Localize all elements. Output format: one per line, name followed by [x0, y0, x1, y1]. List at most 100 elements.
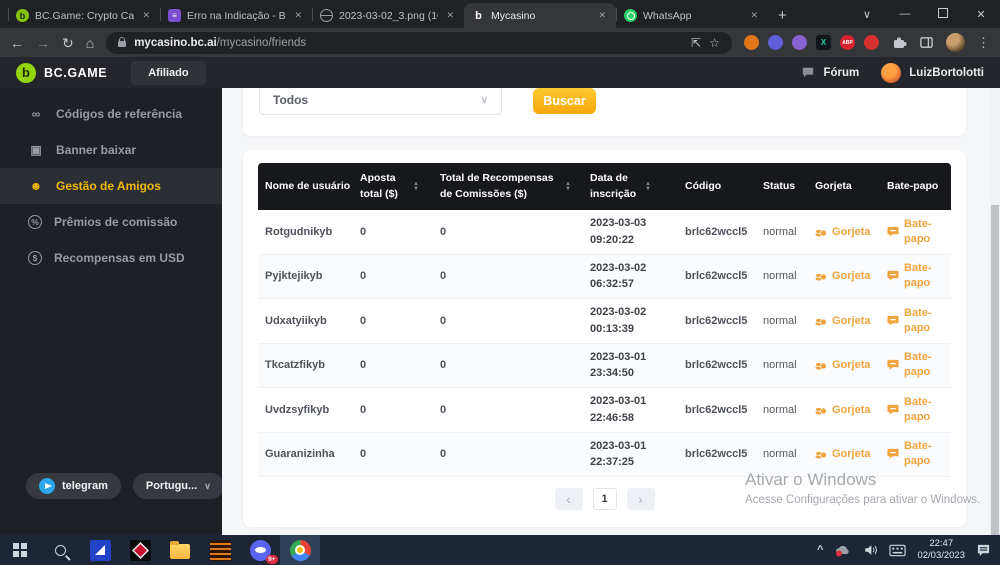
sidebar-item[interactable]: $ Recompensas em USD: [0, 240, 222, 276]
telegram-button[interactable]: telegram: [26, 473, 121, 499]
taskbar-search-button[interactable]: [40, 535, 80, 565]
friend-row: Uvdzsyfikyb 0 0 2023-03-0122:46:58 brlc6…: [258, 388, 951, 433]
extension-icon[interactable]: X: [816, 35, 831, 50]
keyboard-icon[interactable]: [889, 544, 906, 557]
bcgame-logo-icon[interactable]: b: [16, 63, 36, 83]
tray-time: 22:47: [917, 538, 965, 550]
tab-search-icon[interactable]: ∨: [848, 8, 886, 21]
back-button[interactable]: ←: [10, 36, 24, 50]
browser-tab[interactable]: Mycasino ✕: [464, 3, 616, 28]
browser-tab[interactable]: Erro na Indicação - BC.Game ✕: [160, 3, 312, 28]
sidebar-item[interactable]: ☻ Gestão de Amigos: [0, 168, 222, 204]
action-center-icon[interactable]: [976, 543, 991, 557]
chat-link[interactable]: Bate-papo: [880, 350, 951, 380]
cell-code: brlc62wccl5: [678, 448, 756, 460]
taskbar-app-discord[interactable]: 9+: [240, 535, 280, 565]
window-close-button[interactable]: ✕: [962, 8, 1000, 21]
side-panel-icon[interactable]: [919, 35, 934, 50]
onedrive-icon[interactable]: [834, 543, 852, 557]
tab-close-icon[interactable]: ✕: [596, 8, 608, 23]
tab-close-icon[interactable]: ✕: [140, 8, 152, 23]
extensions-puzzle-icon[interactable]: [891, 35, 907, 51]
prev-page-button[interactable]: ‹: [555, 488, 583, 510]
search-button[interactable]: Buscar: [533, 88, 596, 114]
tab-favicon-icon: [624, 9, 637, 22]
table-header-row: Nome de usuário Aposta total ($)▲▼ Total…: [258, 163, 951, 210]
extension-icon[interactable]: [768, 35, 783, 50]
extension-icon[interactable]: [792, 35, 807, 50]
user-avatar[interactable]: [881, 63, 901, 83]
striped-app-icon: [210, 540, 231, 561]
scrollbar-thumb[interactable]: [991, 205, 999, 535]
window-maximize-button[interactable]: [924, 8, 962, 21]
col-rewards[interactable]: Total de Recompensas de Comissões ($)▲▼: [433, 171, 583, 201]
forum-link[interactable]: Fórum: [823, 67, 859, 79]
sidebar-item[interactable]: % Prêmios de comissão: [0, 204, 222, 240]
tip-link[interactable]: Gorjeta: [808, 270, 880, 282]
sidebar-item-label: Prêmios de comissão: [54, 215, 177, 229]
next-page-button[interactable]: ›: [627, 488, 655, 510]
tray-expand-icon[interactable]: ^: [817, 544, 823, 556]
taskbar-app-amd[interactable]: [80, 535, 120, 565]
cell-username: Guaranizinha: [258, 448, 353, 460]
reload-button[interactable]: ↻: [62, 36, 74, 50]
file-explorer-icon: [170, 544, 190, 559]
col-signup-date[interactable]: Data de inscrição▲▼: [583, 171, 678, 201]
taskbar-clock[interactable]: 22:47 02/03/2023: [917, 538, 965, 562]
affiliate-nav-button[interactable]: Afiliado: [131, 61, 205, 85]
language-selector[interactable]: Portugu... ∨: [133, 473, 224, 499]
sidebar-item[interactable]: ∞ Códigos de referência: [0, 96, 222, 132]
chat-link[interactable]: Bate-papo: [880, 217, 951, 247]
browser-tab[interactable]: 2023-03-02_3.png (1024×76 ✕: [312, 3, 464, 28]
browser-profile-avatar[interactable]: [946, 33, 965, 52]
current-page-button[interactable]: 1: [593, 488, 617, 510]
address-bar[interactable]: mycasino.bc.ai/mycasino/friends ⇱ ☆: [106, 32, 732, 54]
sidebar-item[interactable]: ▣ Banner baixar: [0, 132, 222, 168]
taskbar-app-chrome[interactable]: [280, 535, 320, 565]
share-icon[interactable]: ⇱: [691, 36, 701, 50]
cell-bet-total: 0: [353, 404, 433, 416]
cell-rewards: 0: [433, 404, 583, 416]
tab-title: Erro na Indicação - BC.Game: [187, 10, 286, 22]
taskbar-app-explorer[interactable]: [160, 535, 200, 565]
start-button[interactable]: [0, 535, 40, 565]
tip-link[interactable]: Gorjeta: [808, 315, 880, 327]
taskbar-app-logs[interactable]: [200, 535, 240, 565]
cell-code: brlc62wccl5: [678, 404, 756, 416]
col-bet-total[interactable]: Aposta total ($)▲▼: [353, 171, 433, 201]
window-minimize-button[interactable]: —: [886, 8, 924, 20]
browser-menu-icon[interactable]: ⋮: [977, 35, 990, 51]
windows-taskbar: 9+ ^ 22:47 02/03/2023: [0, 535, 1000, 565]
browser-tab[interactable]: BC.Game: Crypto Casino Gam ✕: [8, 3, 160, 28]
tip-link[interactable]: Gorjeta: [808, 448, 880, 460]
page-scrollbar[interactable]: [990, 88, 1000, 535]
taskbar-app-game[interactable]: [120, 535, 160, 565]
chevron-down-icon: ∨: [204, 481, 211, 492]
url-host: mycasino.bc.ai: [134, 37, 216, 49]
tip-link[interactable]: Gorjeta: [808, 404, 880, 416]
tab-close-icon[interactable]: ✕: [444, 8, 456, 23]
tray-date: 02/03/2023: [917, 550, 965, 562]
forward-button[interactable]: →: [36, 36, 50, 50]
tab-close-icon[interactable]: ✕: [748, 8, 760, 23]
chat-link[interactable]: Bate-papo: [880, 306, 951, 336]
chat-link[interactable]: Bate-papo: [880, 261, 951, 291]
home-button[interactable]: ⌂: [86, 36, 94, 50]
volume-icon[interactable]: [863, 543, 878, 557]
extension-icon[interactable]: [864, 35, 879, 50]
extension-icon[interactable]: ABP: [840, 35, 855, 50]
bookmark-star-icon[interactable]: ☆: [709, 36, 720, 50]
cell-username: Pyjktejikyb: [258, 270, 353, 282]
chat-link[interactable]: Bate-papo: [880, 439, 951, 469]
username[interactable]: LuizBortolotti: [909, 67, 984, 79]
site-logo-text[interactable]: BC.GAME: [44, 66, 107, 80]
friend-type-select[interactable]: Todos ∨: [259, 88, 502, 115]
new-tab-button[interactable]: +: [768, 7, 797, 28]
url-path: /mycasino/friends: [217, 37, 306, 49]
tip-link[interactable]: Gorjeta: [808, 226, 880, 238]
extension-icon[interactable]: [744, 35, 759, 50]
tab-close-icon[interactable]: ✕: [292, 8, 304, 23]
tip-link[interactable]: Gorjeta: [808, 359, 880, 371]
browser-tab[interactable]: WhatsApp ✕: [616, 3, 768, 28]
chat-link[interactable]: Bate-papo: [880, 395, 951, 425]
